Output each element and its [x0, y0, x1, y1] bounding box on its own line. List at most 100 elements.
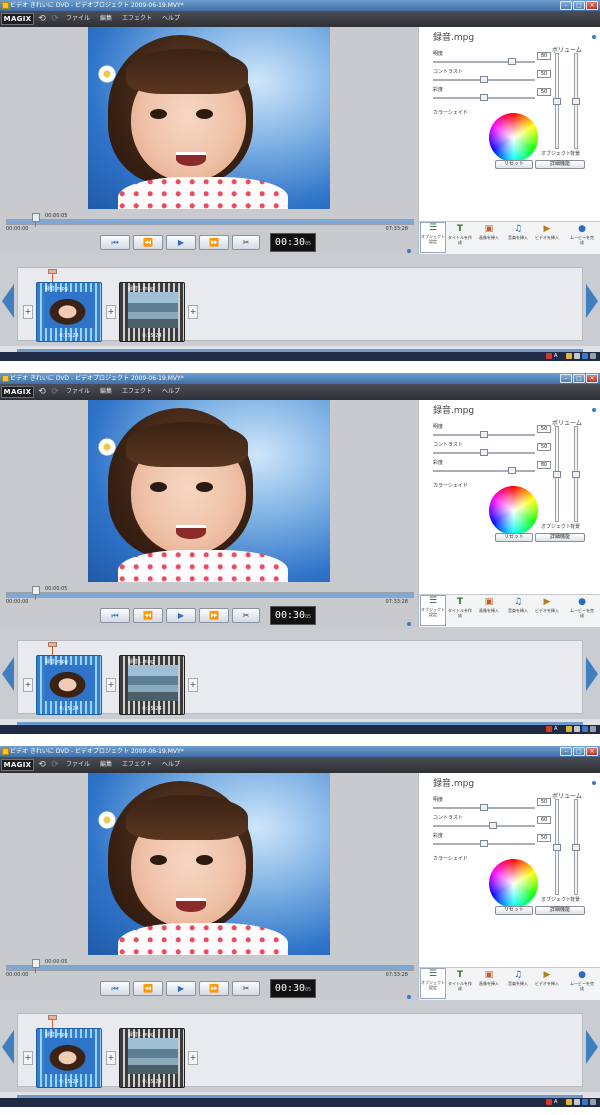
brightness-track[interactable] — [433, 61, 535, 63]
tray-icon[interactable] — [546, 726, 552, 732]
tray-icon[interactable] — [590, 353, 596, 359]
tray-icon[interactable] — [546, 1099, 552, 1105]
saturation-value[interactable]: 80 — [537, 461, 551, 469]
go-to-start-button[interactable]: ⏮ — [100, 981, 130, 996]
scroll-right-arrow-icon[interactable] — [586, 284, 598, 318]
ime-icon[interactable]: A — [554, 726, 564, 732]
brightness-slider[interactable] — [508, 58, 517, 65]
undo-icon[interactable]: ⟲ — [37, 760, 47, 770]
play-button[interactable]: ▶ — [166, 608, 196, 623]
scrub-bar[interactable] — [6, 965, 414, 971]
ime-icon[interactable]: A — [554, 353, 564, 359]
scrub-handle[interactable] — [32, 959, 40, 968]
tool-finish-movie[interactable]: ● ムービーを完成 — [569, 597, 595, 618]
object-volume-track[interactable] — [553, 426, 561, 522]
scrub-handle[interactable] — [32, 586, 40, 595]
tool-object-settings[interactable]: ☰ オブジェクト設定 — [420, 968, 446, 999]
contrast-value[interactable]: 60 — [537, 816, 551, 824]
tool-object-settings[interactable]: ☰ オブジェクト設定 — [420, 595, 446, 626]
tray-icon[interactable] — [566, 1099, 572, 1105]
tray-icon[interactable] — [582, 1099, 588, 1105]
tool-insert-music[interactable]: ♫ 音楽を挿入 — [505, 224, 531, 240]
help-dot[interactable] — [592, 781, 596, 785]
tool-finish-movie[interactable]: ● ムービーを完成 — [569, 970, 595, 991]
scroll-left-arrow-icon[interactable] — [2, 284, 14, 318]
insert-button[interactable]: + — [188, 1051, 198, 1065]
advanced-button[interactable]: 詳細機能 — [535, 906, 585, 915]
play-button[interactable]: ▶ — [166, 981, 196, 996]
maximize-button[interactable]: □ — [573, 1, 585, 10]
brightness-value[interactable]: 50 — [537, 798, 551, 806]
menu-file[interactable]: ファイル — [66, 11, 90, 27]
scrub-handle[interactable] — [32, 213, 40, 222]
close-button[interactable]: × — [586, 1, 598, 10]
go-to-start-button[interactable]: ⏮ — [100, 608, 130, 623]
reset-button[interactable]: リセット — [495, 160, 533, 169]
brightness-value[interactable]: 50 — [537, 425, 551, 433]
tool-create-title[interactable]: T タイトルを作成 — [447, 224, 473, 245]
contrast-slider[interactable] — [480, 449, 488, 456]
menu-effect[interactable]: エフェクト — [122, 11, 152, 27]
color-wheel[interactable] — [489, 859, 538, 908]
contrast-value[interactable]: 50 — [537, 443, 551, 451]
contrast-slider[interactable] — [480, 76, 488, 83]
fast-forward-button[interactable]: ⏩ — [199, 608, 229, 623]
reset-button[interactable]: リセット — [495, 533, 533, 542]
background-volume-track[interactable] — [572, 426, 580, 522]
scissors-icon[interactable]: ✂ — [232, 235, 260, 250]
redo-icon[interactable]: ⟳ — [50, 760, 60, 770]
scrub-bar[interactable] — [6, 592, 414, 598]
scroll-left-arrow-icon[interactable] — [2, 657, 14, 691]
minimize-button[interactable]: – — [560, 747, 572, 756]
menu-effect[interactable]: エフェクト — [122, 384, 152, 400]
rewind-button[interactable]: ⏪ — [133, 981, 163, 996]
saturation-slider[interactable] — [508, 467, 517, 474]
menu-help[interactable]: ヘルプ — [162, 384, 180, 400]
saturation-slider[interactable] — [480, 840, 488, 847]
menu-file[interactable]: ファイル — [66, 757, 90, 773]
redo-icon[interactable]: ⟳ — [50, 14, 60, 24]
color-wheel[interactable] — [489, 113, 538, 162]
tray-icon[interactable] — [590, 726, 596, 732]
undo-icon[interactable]: ⟲ — [37, 14, 47, 24]
background-volume-slider[interactable] — [572, 471, 580, 478]
maximize-button[interactable]: □ — [573, 747, 585, 756]
clip-thumbnail[interactable]: 録音.mpg 0:15:24 — [36, 1028, 102, 1088]
brightness-slider[interactable] — [480, 804, 488, 811]
clip-thumbnail[interactable]: 録音.mpg 0:15:24 — [36, 282, 102, 342]
menu-help[interactable]: ヘルプ — [162, 757, 180, 773]
insert-button[interactable]: + — [106, 678, 116, 692]
saturation-slider[interactable] — [480, 94, 488, 101]
menu-file[interactable]: ファイル — [66, 384, 90, 400]
clip-thumbnail[interactable]: 録音1.mpg 0:15:24 — [119, 282, 185, 342]
tool-create-title[interactable]: T タイトルを作成 — [447, 970, 473, 991]
background-volume-track[interactable] — [572, 799, 580, 895]
advanced-button[interactable]: 詳細機能 — [535, 160, 585, 169]
clip-thumbnail[interactable]: 録音.mpg 0:15:24 — [36, 655, 102, 715]
tray-icon[interactable] — [574, 726, 580, 732]
help-dot[interactable] — [592, 408, 596, 412]
color-wheel[interactable] — [489, 486, 538, 535]
saturation-value[interactable]: 50 — [537, 834, 551, 842]
contrast-slider[interactable] — [489, 822, 498, 829]
tray-icon[interactable] — [574, 353, 580, 359]
scissors-icon[interactable]: ✂ — [232, 981, 260, 996]
tray-icon[interactable] — [574, 1099, 580, 1105]
object-volume-track[interactable] — [553, 799, 561, 895]
background-volume-track[interactable] — [572, 53, 580, 149]
tray-icon[interactable] — [566, 353, 572, 359]
insert-button[interactable]: + — [106, 305, 116, 319]
tool-insert-video[interactable]: ▶ ビデオを挿入 — [534, 597, 560, 613]
object-volume-slider[interactable] — [553, 98, 561, 105]
clip-thumbnail[interactable]: 録音1.mpg 0:15:24 — [119, 1028, 185, 1088]
brightness-slider[interactable] — [480, 431, 488, 438]
tray-icon[interactable] — [582, 353, 588, 359]
tool-insert-image[interactable]: ▣ 画像を挿入 — [476, 224, 502, 240]
tool-object-settings[interactable]: ☰ オブジェクト設定 — [420, 222, 446, 253]
scroll-right-arrow-icon[interactable] — [586, 1030, 598, 1064]
saturation-track[interactable] — [433, 470, 535, 472]
tool-create-title[interactable]: T タイトルを作成 — [447, 597, 473, 618]
help-dot[interactable] — [592, 35, 596, 39]
tool-insert-image[interactable]: ▣ 画像を挿入 — [476, 597, 502, 613]
object-volume-track[interactable] — [553, 53, 561, 149]
